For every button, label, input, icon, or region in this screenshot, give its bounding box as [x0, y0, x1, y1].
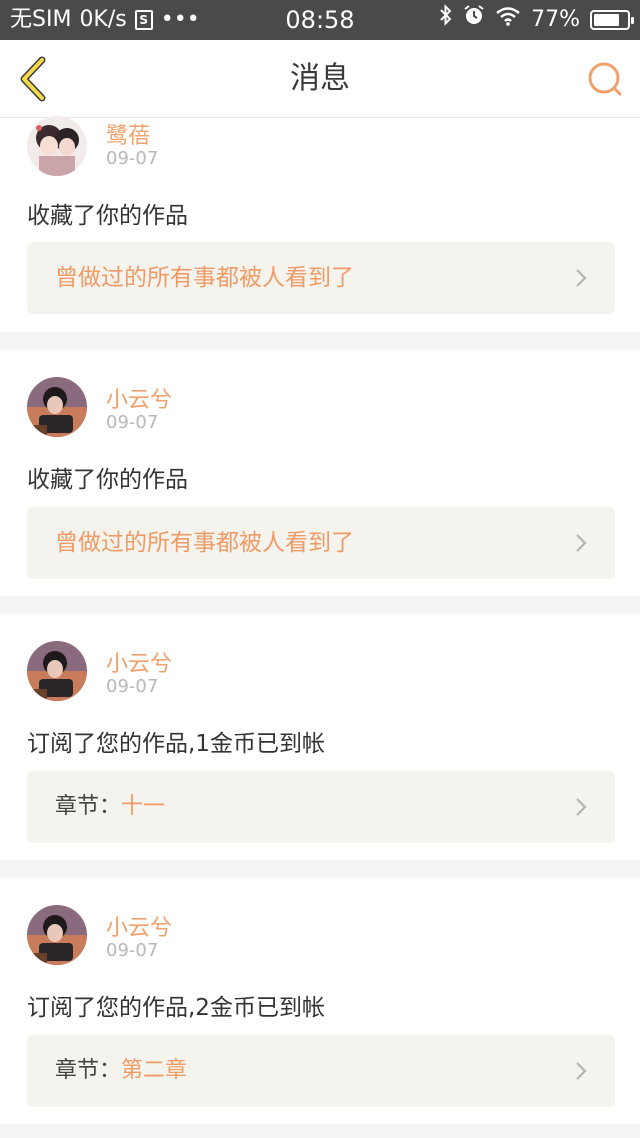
message-date: 09-07: [106, 940, 159, 961]
chapter-link[interactable]: 章节：第二章: [27, 1035, 615, 1107]
action-text: 订阅了您的作品,1金币已到帐: [27, 731, 325, 757]
battery-percent: 77%: [531, 7, 580, 32]
action-text: 收藏了你的作品: [27, 467, 188, 493]
chevron-right-icon: [576, 798, 587, 816]
avatar[interactable]: [27, 116, 87, 176]
chapter-label-text: 章节：: [55, 1058, 122, 1083]
message-date: 09-07: [106, 412, 159, 433]
chapter-value: 十一: [121, 794, 166, 819]
wifi-icon: [495, 0, 521, 40]
chapter-label: 章节：第二章: [55, 1035, 187, 1107]
message-card: 小云兮 09-07 订阅了您的作品,2金币已到帐 章节：第二章: [0, 878, 640, 1124]
chevron-right-icon: [576, 1062, 587, 1080]
battery-icon: [590, 10, 634, 30]
username[interactable]: 鹭蓓: [106, 118, 150, 150]
chevron-right-icon: [576, 269, 587, 287]
work-link[interactable]: 曾做过的所有事都被人看到了: [27, 507, 615, 579]
avatar[interactable]: [27, 641, 87, 701]
message-date: 09-07: [106, 676, 159, 697]
chapter-link[interactable]: 章节：十一: [27, 771, 615, 843]
chapter-label: 章节：十一: [55, 771, 165, 843]
message-card: 小云兮 09-07 订阅了您的作品,1金币已到帐 章节：十一: [0, 614, 640, 860]
message-date: 09-07: [106, 148, 159, 169]
message-card: 小云兮 09-07 收藏了你的作品 曾做过的所有事都被人看到了: [0, 350, 640, 596]
message-card: 鹭蓓 09-07 收藏了你的作品 曾做过的所有事都被人看到了: [0, 116, 640, 332]
username[interactable]: 小云兮: [106, 382, 172, 414]
work-link[interactable]: 曾做过的所有事都被人看到了: [27, 242, 615, 314]
nav-bar: 消息: [0, 40, 640, 118]
chapter-label-text: 章节：: [55, 794, 122, 819]
action-text: 订阅了您的作品,2金币已到帐: [27, 995, 325, 1021]
page-title: 消息: [290, 61, 350, 96]
search-icon: [588, 62, 622, 96]
chevron-right-icon: [576, 534, 587, 552]
work-title: 曾做过的所有事都被人看到了: [55, 530, 354, 556]
username[interactable]: 小云兮: [106, 910, 172, 942]
status-right: 77%: [439, 0, 634, 40]
action-text: 收藏了你的作品: [27, 203, 188, 229]
username[interactable]: 小云兮: [106, 646, 172, 678]
status-bar: 无SIM 0K/s S ••• 08:58 77%: [0, 0, 640, 40]
battery-fill: [594, 14, 619, 26]
avatar[interactable]: [27, 377, 87, 437]
alarm-icon: [463, 0, 485, 40]
work-title: 曾做过的所有事都被人看到了: [55, 265, 354, 291]
bluetooth-icon: [439, 0, 453, 40]
avatar[interactable]: [27, 905, 87, 965]
chapter-value: 第二章: [121, 1058, 188, 1083]
search-button[interactable]: [586, 60, 626, 100]
